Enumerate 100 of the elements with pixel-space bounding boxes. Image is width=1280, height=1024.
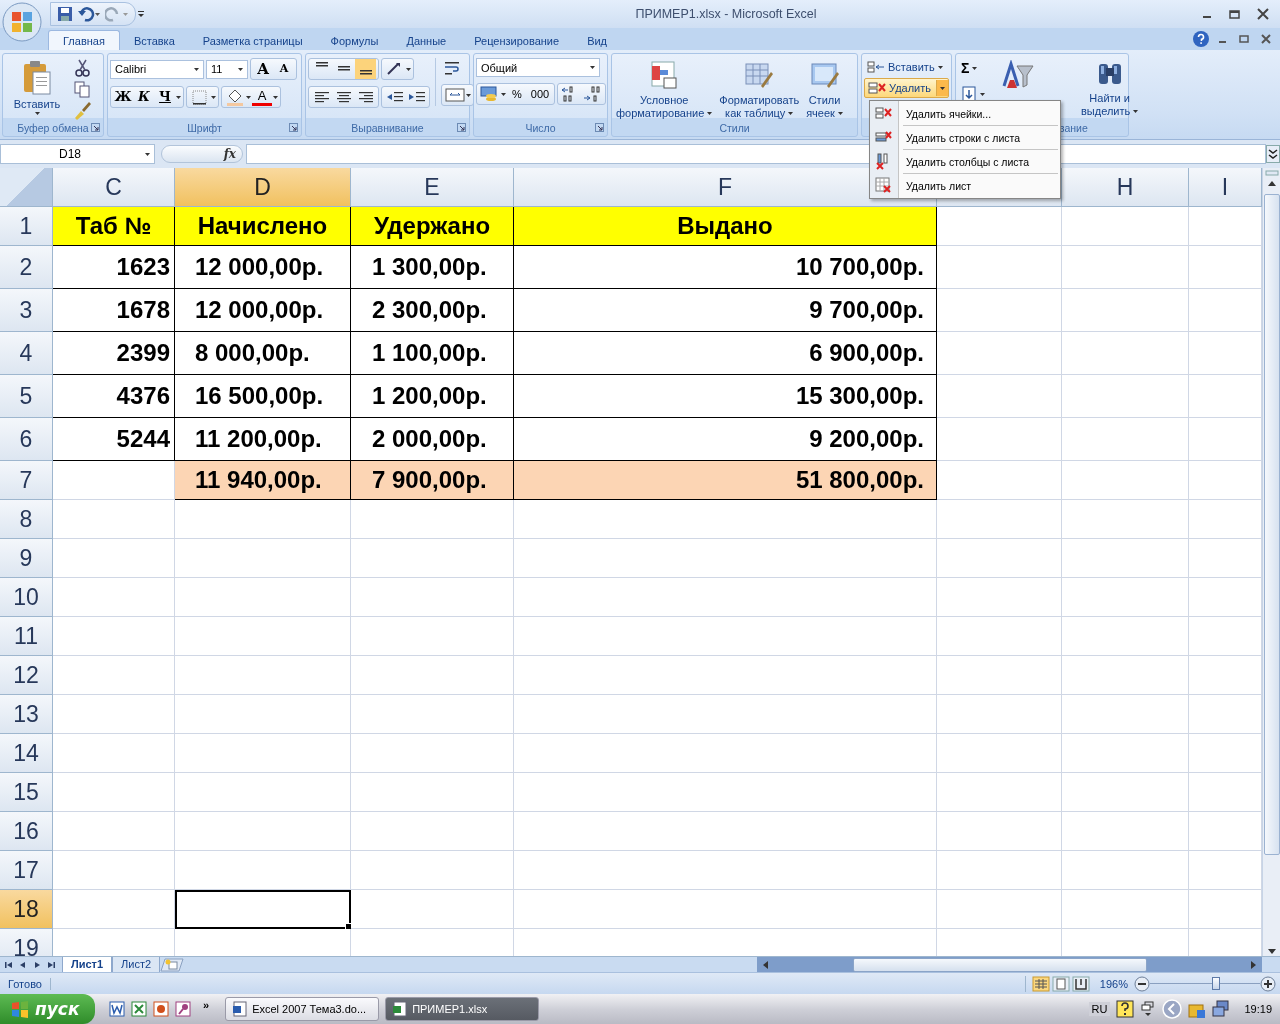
row-header[interactable]: 6 bbox=[0, 418, 53, 461]
row-header[interactable]: 9 bbox=[0, 539, 53, 578]
styles-button[interactable]: Стили ячеек bbox=[804, 58, 845, 122]
empty-cell[interactable] bbox=[175, 617, 351, 656]
empty-cell[interactable] bbox=[1062, 734, 1189, 773]
column-header[interactable]: H bbox=[1062, 168, 1189, 207]
delete-button[interactable]: Удалить bbox=[864, 78, 949, 98]
empty-cell[interactable] bbox=[351, 812, 514, 851]
underline-button[interactable]: Ч bbox=[155, 87, 175, 107]
column-header[interactable]: I bbox=[1189, 168, 1262, 207]
row-header[interactable]: 12 bbox=[0, 656, 53, 695]
taskbar-button[interactable]: Excel 2007 Тема3.do... bbox=[225, 997, 380, 1021]
empty-cell[interactable] bbox=[937, 734, 1062, 773]
column-header[interactable]: D bbox=[175, 168, 351, 207]
empty-cell[interactable] bbox=[937, 851, 1062, 890]
fill-handle[interactable] bbox=[345, 923, 352, 930]
windows-icon[interactable] bbox=[1140, 1000, 1157, 1018]
ribbon-tab[interactable]: Главная bbox=[48, 30, 120, 50]
scroll-thumb[interactable] bbox=[1263, 194, 1280, 855]
dialog-launcher-icon[interactable] bbox=[595, 123, 604, 132]
empty-cell[interactable] bbox=[1062, 207, 1189, 246]
empty-cell[interactable] bbox=[1062, 617, 1189, 656]
empty-cell[interactable] bbox=[1062, 500, 1189, 539]
scroll-left-icon[interactable] bbox=[761, 959, 769, 970]
paste-button[interactable]: Вставить bbox=[5, 58, 69, 117]
excel-icon[interactable] bbox=[131, 1001, 147, 1017]
empty-cell[interactable] bbox=[351, 734, 514, 773]
row-header[interactable]: 1 bbox=[0, 207, 53, 246]
menu-item[interactable]: Удалить строки с листа bbox=[870, 127, 1060, 148]
collapse-tray-icon[interactable] bbox=[1162, 999, 1183, 1019]
sheet-tab[interactable]: Лист2 bbox=[112, 956, 161, 973]
empty-cell[interactable] bbox=[514, 578, 937, 617]
empty-cell[interactable] bbox=[514, 734, 937, 773]
empty-cell[interactable] bbox=[937, 578, 1062, 617]
sheet-tab[interactable]: Лист1 bbox=[62, 956, 113, 973]
percent-button[interactable]: % bbox=[507, 84, 527, 104]
help-icon[interactable] bbox=[1116, 1000, 1135, 1018]
scroll-right-icon[interactable] bbox=[1250, 959, 1258, 970]
font-size-field[interactable]: 11 bbox=[206, 59, 248, 79]
empty-cell[interactable] bbox=[1062, 539, 1189, 578]
decrease-decimal-icon[interactable] bbox=[582, 84, 603, 104]
empty-cell[interactable] bbox=[514, 500, 937, 539]
empty-cell[interactable] bbox=[937, 695, 1062, 734]
empty-cell[interactable] bbox=[514, 617, 937, 656]
active-cell[interactable] bbox=[175, 890, 351, 929]
next-sheet-icon[interactable] bbox=[32, 959, 42, 970]
page-layout-view-icon[interactable] bbox=[1051, 975, 1070, 992]
ribbon-tab[interactable]: Вставка bbox=[119, 31, 189, 50]
horizontal-scrollbar[interactable] bbox=[757, 957, 1262, 972]
empty-cell[interactable] bbox=[514, 695, 937, 734]
empty-cell[interactable] bbox=[1062, 418, 1189, 461]
first-sheet-icon[interactable] bbox=[4, 959, 14, 970]
row-header[interactable]: 16 bbox=[0, 812, 53, 851]
empty-cell[interactable] bbox=[351, 695, 514, 734]
copy-icon[interactable] bbox=[72, 79, 92, 99]
zoom-slider[interactable] bbox=[1150, 976, 1260, 991]
empty-cell[interactable] bbox=[175, 812, 351, 851]
row-header[interactable]: 5 bbox=[0, 375, 53, 418]
empty-cell[interactable] bbox=[1062, 695, 1189, 734]
ribbon-tab[interactable]: Данные bbox=[392, 31, 461, 50]
empty-cell[interactable] bbox=[1062, 461, 1189, 500]
empty-cell[interactable] bbox=[937, 246, 1062, 289]
word-icon[interactable] bbox=[109, 1001, 125, 1017]
empty-cell[interactable] bbox=[351, 890, 514, 929]
empty-cell[interactable] bbox=[175, 539, 351, 578]
last-sheet-icon[interactable] bbox=[46, 959, 56, 970]
ribbon-tab[interactable]: Разметка страницы bbox=[188, 31, 317, 50]
ribbon-tab[interactable]: Вид bbox=[573, 31, 622, 50]
save-icon[interactable] bbox=[57, 6, 73, 22]
row-header[interactable]: 13 bbox=[0, 695, 53, 734]
brush-icon[interactable] bbox=[72, 100, 92, 120]
row-header[interactable]: 2 bbox=[0, 246, 53, 289]
ribbon-tab[interactable]: Формулы bbox=[316, 31, 393, 50]
row-header[interactable]: 4 bbox=[0, 332, 53, 375]
number-format-field[interactable]: Общий bbox=[476, 58, 600, 77]
empty-cell[interactable] bbox=[351, 500, 514, 539]
more-button[interactable]: » bbox=[203, 999, 210, 1011]
zoom-in-icon[interactable] bbox=[1260, 975, 1276, 992]
help-icon[interactable] bbox=[1192, 30, 1210, 48]
ribbon-tab[interactable]: Рецензирование bbox=[460, 31, 574, 50]
row-header[interactable]: 14 bbox=[0, 734, 53, 773]
scroll-up-icon[interactable] bbox=[1266, 179, 1277, 187]
font-name-field[interactable]: Calibri bbox=[110, 59, 204, 79]
empty-cell[interactable] bbox=[1062, 246, 1189, 289]
empty-cell[interactable] bbox=[351, 617, 514, 656]
empty-cell[interactable] bbox=[175, 500, 351, 539]
column-header[interactable]: C bbox=[53, 168, 175, 207]
undo-icon[interactable] bbox=[77, 6, 101, 22]
styles-button[interactable]: Форматировать как таблицу bbox=[717, 58, 802, 122]
empty-cell[interactable] bbox=[1062, 773, 1189, 812]
page-break-view-icon[interactable] bbox=[1071, 975, 1090, 992]
row-header[interactable]: 7 bbox=[0, 461, 53, 500]
slider-thumb[interactable] bbox=[1212, 976, 1220, 990]
empty-cell[interactable] bbox=[1062, 375, 1189, 418]
empty-cell[interactable] bbox=[351, 773, 514, 812]
empty-cell[interactable] bbox=[514, 851, 937, 890]
empty-cell[interactable] bbox=[1062, 812, 1189, 851]
bold-button[interactable]: Ж bbox=[113, 87, 133, 107]
column-header[interactable]: E bbox=[351, 168, 514, 207]
zoom-out-icon[interactable] bbox=[1134, 975, 1150, 992]
